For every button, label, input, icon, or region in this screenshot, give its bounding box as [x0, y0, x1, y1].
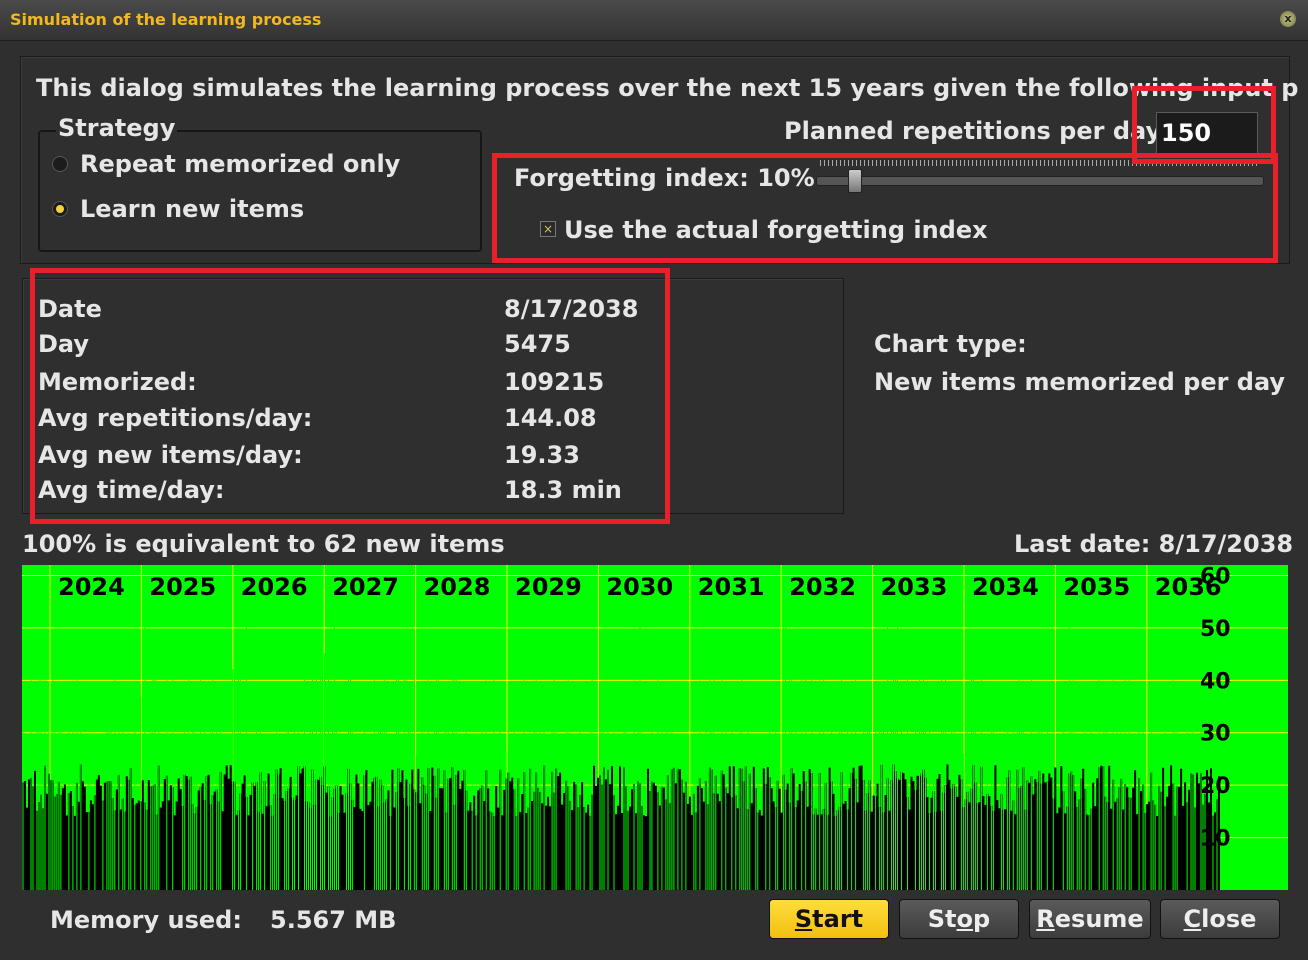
year-label: 2035: [1063, 573, 1130, 601]
window-title: Simulation of the learning process: [10, 10, 322, 29]
strategy-group: [38, 130, 482, 252]
memory-used-label: Memory used:: [50, 906, 242, 934]
year-label: 2033: [881, 573, 948, 601]
y-tick-label: 60: [1200, 565, 1231, 589]
highlight-forgetting-index: [492, 153, 1278, 263]
close-button-label: Close: [1183, 905, 1257, 933]
y-tick-label: 40: [1200, 669, 1231, 694]
highlight-statistics: [30, 268, 670, 524]
year-label: 2029: [515, 573, 582, 601]
radio-repeat-memorized[interactable]: Repeat memorized only: [52, 150, 400, 178]
year-label: 2032: [789, 573, 856, 601]
chart-bars: [22, 764, 1220, 890]
year-label: 2025: [149, 573, 216, 601]
radio-on-icon: [52, 201, 68, 217]
y-tick-label: 10: [1200, 827, 1231, 852]
year-label: 2026: [241, 573, 308, 601]
memory-used-value: 5.567 MB: [270, 906, 397, 934]
radio-label: Repeat memorized only: [80, 150, 401, 178]
close-icon[interactable]: x: [1280, 11, 1296, 27]
year-label: 2024: [58, 573, 125, 601]
chart-type-value[interactable]: New items memorized per day: [874, 368, 1285, 396]
strategy-legend: Strategy: [56, 114, 178, 142]
y-tick-label: 20: [1200, 774, 1231, 799]
chart-caption: 100% is equivalent to 62 new items: [22, 530, 505, 558]
start-button[interactable]: Start: [769, 899, 889, 939]
title-bar: Simulation of the learning process x: [0, 0, 1308, 41]
year-label: 2030: [606, 573, 673, 601]
year-label: 2031: [698, 573, 765, 601]
year-label: 2028: [424, 573, 491, 601]
chart-type-label: Chart type:: [874, 330, 1027, 358]
radio-label: Learn new items: [80, 195, 305, 223]
intro-text: This dialog simulates the learning proce…: [36, 74, 1298, 102]
chart-svg: 2024 2025 2026 2027 2028 2029 2030 2031 2032 2033…: [22, 565, 1288, 890]
planned-repetitions-label: Planned repetitions per day:: [784, 117, 1171, 145]
y-tick-label: 50: [1200, 617, 1231, 642]
year-label: 2034: [972, 573, 1039, 601]
year-label: 2027: [332, 573, 399, 601]
resume-button-label: Resume: [1036, 905, 1144, 933]
y-tick-label: 30: [1200, 722, 1231, 747]
start-button-label: Start: [794, 905, 864, 933]
stop-button[interactable]: Stop: [899, 899, 1019, 939]
radio-off-icon: [52, 156, 68, 172]
resume-button[interactable]: Resume: [1029, 899, 1151, 939]
stop-button-label: Stop: [927, 905, 991, 933]
radio-learn-new[interactable]: Learn new items: [52, 195, 304, 223]
last-date: Last date: 8/17/2038: [1014, 530, 1294, 558]
new-items-chart: 2024 2025 2026 2027 2028 2029 2030 2031 2032 2033…: [22, 565, 1288, 890]
close-button[interactable]: Close: [1160, 899, 1280, 939]
